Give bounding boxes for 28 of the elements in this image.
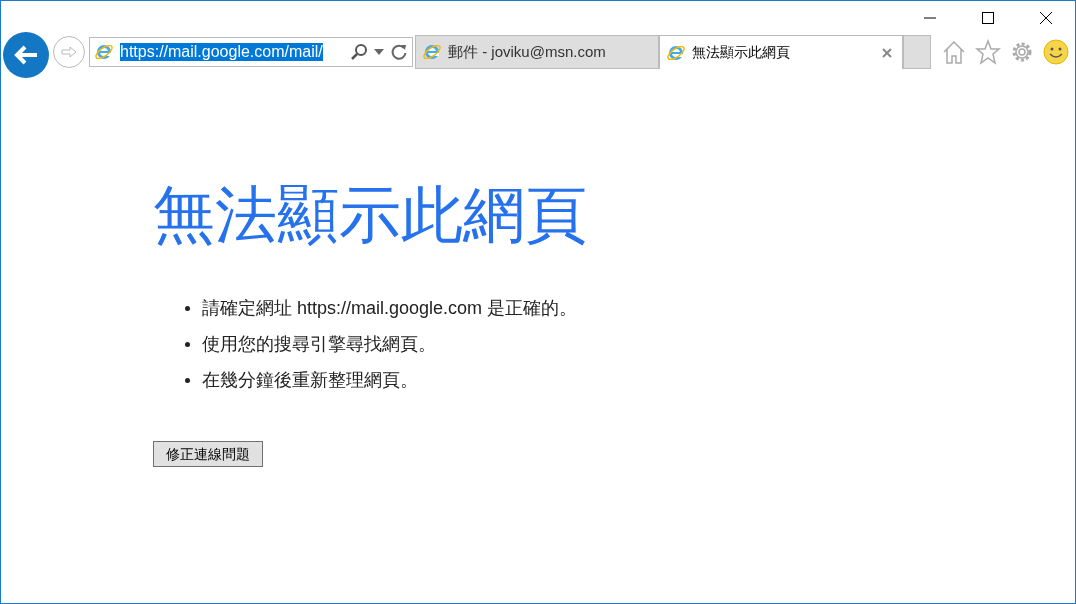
address-field[interactable]: https://mail.google.com/mail/ [89,37,413,67]
back-arrow-icon [13,44,39,66]
fix-connection-button[interactable]: 修正連線問題 [153,441,263,467]
maximize-icon [982,12,994,24]
tip-text: 在幾分鐘後重新整理網頁。 [202,369,418,391]
browser-tab[interactable]: 無法顯示此網頁 [659,35,903,69]
refresh-icon[interactable] [390,43,408,61]
close-icon [1040,12,1052,24]
home-icon[interactable] [941,39,967,65]
error-heading: 無法顯示此網頁 [153,179,588,251]
bullet-icon [185,341,190,347]
tab-title: 郵件 - joviku@msn.com [448,41,606,62]
bullet-icon [185,377,190,383]
smiley-icon[interactable] [1043,39,1069,65]
back-button[interactable] [3,32,49,78]
search-icon[interactable] [350,43,368,61]
tab-title: 無法顯示此網頁 [692,43,790,62]
star-icon[interactable] [975,39,1001,65]
browser-logo-icon [94,42,114,62]
dropdown-caret-icon[interactable] [374,49,384,55]
forward-arrow-icon [60,45,78,59]
tip-text: 請確定網址 https://mail.google.com 是正確的。 [202,297,578,319]
bullet-icon [185,305,190,311]
browser-tab[interactable]: 郵件 - joviku@msn.com [415,35,659,69]
url-text: https://mail.google.com/mail/ [120,43,323,61]
close-tab-icon[interactable] [882,47,892,58]
tip-text: 使用您的搜尋引擎尋找網頁。 [202,333,436,355]
browser-logo-icon [422,42,442,62]
